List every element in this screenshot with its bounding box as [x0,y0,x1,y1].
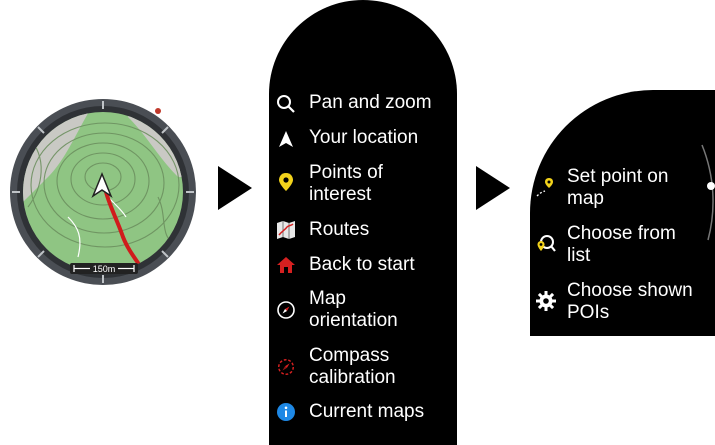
location-arrow-icon [276,129,296,149]
poi-label: Choose shown POIs [567,280,693,323]
gear-icon [535,290,557,312]
map-watch-face: 150m [10,99,196,285]
poi-item-set-point-on-map[interactable]: Set point on map [530,166,715,212]
menu-label: Back to start [309,254,415,275]
info-icon [276,402,296,422]
menu-label: Compass calibration [309,345,396,388]
poi-menu-panel: Set point on map Choose from list Choose… [530,90,715,336]
poi-item-choose-shown-pois[interactable]: Choose shown POIs [530,280,715,326]
compass-needle-icon [276,300,296,320]
poi-item-choose-from-list[interactable]: Choose from list [530,223,715,269]
menu-label: Points of interest [309,162,383,205]
main-menu-panel: Pan and zoom Your location Points of int… [269,0,457,445]
next-arrow-1 [218,166,252,210]
poi-pin-icon [276,172,296,192]
set-point-icon [535,176,557,198]
map-watch: 150m [8,97,198,287]
menu-label: Map orientation [309,288,398,331]
menu-label: Routes [309,219,370,240]
menu-label: Your location [309,127,419,148]
choose-list-icon [535,233,557,255]
poi-label: Set point on map [567,166,669,209]
routes-map-icon [276,220,296,240]
next-arrow-2 [476,166,510,210]
poi-label: Choose from list [567,223,676,266]
calibration-icon [276,357,296,377]
home-icon [276,255,296,275]
scale-label: 150m [93,264,116,274]
menu-label: Current maps [309,401,425,422]
menu-label: Pan and zoom [309,92,432,113]
map-area [23,112,183,272]
magnifier-icon [276,94,296,114]
